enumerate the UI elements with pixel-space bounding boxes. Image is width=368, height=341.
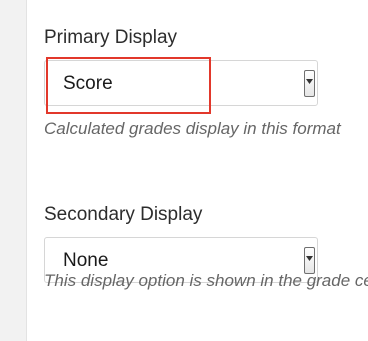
secondary-display-selected-value: None xyxy=(63,250,109,271)
primary-display-help-text: Calculated grades display in this format xyxy=(44,119,341,138)
grade-display-settings-panel: Primary Display Score Calculated grades … xyxy=(26,0,368,341)
dropdown-arrow-icon[interactable] xyxy=(304,247,315,274)
primary-display-select[interactable]: Score xyxy=(44,60,318,106)
secondary-display-help-text: This display option is shown in the grad… xyxy=(44,271,368,290)
primary-display-selected-value: Score xyxy=(63,73,113,94)
primary-display-label: Primary Display xyxy=(44,27,178,48)
secondary-display-label: Secondary Display xyxy=(44,204,203,225)
dropdown-arrow-icon[interactable] xyxy=(304,70,315,97)
